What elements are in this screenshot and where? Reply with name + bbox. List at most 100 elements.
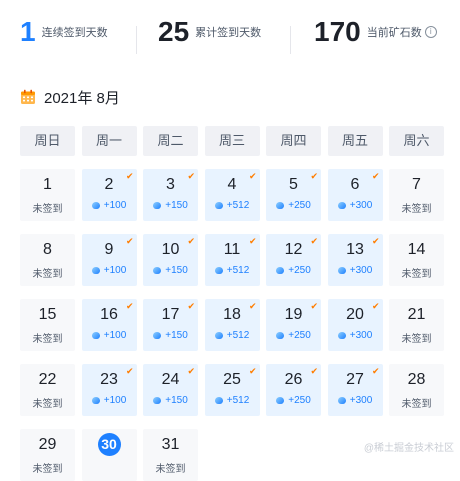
unsigned-label: 未签到 — [32, 399, 63, 410]
calendar-day-today[interactable]: 30 — [81, 429, 137, 481]
ore-reward: +100 — [82, 330, 137, 341]
ore-reward: +300 — [328, 330, 383, 341]
ore-icon — [91, 397, 100, 404]
ore-reward-value: +100 — [103, 330, 127, 341]
divider — [290, 26, 291, 54]
calendar-icon — [21, 89, 35, 104]
checkmark-icon: ✔ — [371, 236, 380, 246]
ore-icon — [337, 267, 346, 274]
checkmark-icon: ✔ — [187, 236, 195, 246]
day-number: 14 — [407, 241, 426, 258]
calendar-day[interactable]: 21 未签到 — [389, 299, 444, 351]
calendar-day[interactable]: 27 ✔ +300 — [327, 364, 383, 416]
ore-icon — [337, 202, 346, 209]
checkmark-icon: ✔ — [310, 301, 318, 311]
weekday-label: 周三 — [204, 126, 260, 156]
ore-icon — [214, 267, 223, 274]
calendar-day[interactable]: 20 ✔ +300 — [327, 299, 383, 351]
ore-reward: +512 — [205, 265, 260, 276]
calendar-day[interactable]: 23 ✔ +100 — [81, 364, 137, 416]
ore-reward-value: +250 — [288, 200, 311, 211]
ore-count-stat: 170 当前矿石数 i — [314, 10, 437, 54]
unsigned-label: 未签到 — [32, 334, 63, 345]
unsigned-label: 未签到 — [32, 204, 63, 215]
calendar-day[interactable]: 19 ✔ +250 — [266, 299, 321, 351]
calendar-day[interactable]: 16 ✔ +100 — [81, 299, 137, 351]
ore-reward: +300 — [328, 395, 383, 406]
day-number: 15 — [38, 306, 57, 323]
calendar-day[interactable]: 11 ✔ +512 — [204, 234, 260, 286]
checkmark-icon: ✔ — [371, 301, 380, 311]
calendar-day[interactable]: 29 未签到 — [20, 429, 75, 481]
ore-reward-value: +150 — [165, 330, 188, 341]
calendar-day[interactable]: 8 未签到 — [20, 234, 75, 286]
divider — [136, 26, 137, 54]
calendar-day[interactable]: 22 未签到 — [20, 364, 75, 416]
today-badge: 30 — [97, 433, 121, 456]
calendar-day[interactable]: 13 ✔ +300 — [327, 234, 383, 286]
ore-reward-value: +512 — [226, 330, 250, 341]
checkmark-icon: ✔ — [248, 236, 257, 246]
ore-icon — [153, 267, 162, 274]
unsigned-label: 未签到 — [32, 464, 63, 475]
calendar-day[interactable]: 9 ✔ +100 — [81, 234, 137, 286]
calendar-day[interactable]: 3 ✔ +150 — [143, 169, 198, 221]
consecutive-days-value: 1 — [20, 16, 36, 47]
ore-reward-value: +250 — [288, 265, 311, 276]
calendar-day[interactable]: 15 未签到 — [20, 299, 75, 351]
ore-reward-value: +300 — [349, 330, 373, 341]
ore-icon — [276, 202, 285, 209]
calendar-day[interactable]: 1 未签到 — [20, 169, 75, 221]
calendar-day[interactable]: 12 ✔ +250 — [266, 234, 321, 286]
day-number: 28 — [407, 371, 426, 388]
unsigned-label: 未签到 — [401, 334, 432, 345]
unsigned-label: 未签到 — [401, 399, 432, 410]
calendar-day[interactable]: 31 未签到 — [143, 429, 198, 481]
calendar-day[interactable]: 10 ✔ +150 — [143, 234, 198, 286]
ore-reward: +250 — [266, 265, 321, 276]
watermark: @稀土掘金技术社区 — [363, 443, 454, 454]
day-number: 29 — [38, 436, 57, 453]
calendar-day[interactable]: 26 ✔ +250 — [266, 364, 321, 416]
total-days-stat: 25 累计签到天数 — [158, 10, 261, 54]
info-icon[interactable]: i — [424, 26, 437, 38]
ore-reward: +100 — [82, 395, 137, 406]
day-number: 7 — [412, 176, 421, 193]
checkmark-icon: ✔ — [310, 171, 318, 181]
ore-reward-value: +300 — [349, 200, 373, 211]
calendar-day[interactable]: 6 ✔ +300 — [327, 169, 383, 221]
ore-reward: +150 — [143, 265, 198, 276]
ore-reward-value: +300 — [349, 265, 373, 276]
ore-count-value: 170 — [314, 16, 361, 47]
total-days-value: 25 — [158, 16, 190, 47]
ore-icon — [91, 267, 100, 274]
ore-reward-value: +150 — [165, 265, 188, 276]
calendar-day[interactable]: 2 ✔ +100 — [81, 169, 137, 221]
checkmark-icon: ✔ — [310, 366, 318, 376]
day-number: 22 — [38, 371, 57, 388]
calendar-day[interactable]: 7 未签到 — [389, 169, 444, 221]
ore-reward-value: +100 — [103, 200, 127, 211]
ore-reward-value: +300 — [349, 395, 373, 406]
calendar-day[interactable]: 14 未签到 — [389, 234, 444, 286]
calendar-day[interactable]: 25 ✔ +512 — [204, 364, 260, 416]
ore-reward: +100 — [82, 265, 137, 276]
day-number: 31 — [161, 436, 180, 453]
total-days-label: 累计签到天数 — [195, 27, 262, 39]
checkmark-icon: ✔ — [125, 366, 134, 376]
calendar-day[interactable]: 5 ✔ +250 — [266, 169, 321, 221]
calendar-day[interactable]: 17 ✔ +150 — [143, 299, 198, 351]
calendar-day[interactable]: 4 ✔ +512 — [204, 169, 260, 221]
calendar-day[interactable]: 28 未签到 — [389, 364, 444, 416]
checkmark-icon: ✔ — [248, 171, 257, 181]
weekday-label: 周四 — [266, 126, 321, 156]
calendar-day[interactable]: 18 ✔ +512 — [204, 299, 260, 351]
day-number: 1 — [43, 176, 52, 193]
calendar-day[interactable]: 24 ✔ +150 — [143, 364, 198, 416]
ore-reward-value: +100 — [103, 265, 127, 276]
ore-icon — [214, 332, 223, 339]
ore-icon — [214, 202, 223, 209]
weekday-label: 周五 — [327, 126, 383, 156]
unsigned-label: 未签到 — [32, 269, 63, 280]
ore-icon — [91, 202, 100, 209]
